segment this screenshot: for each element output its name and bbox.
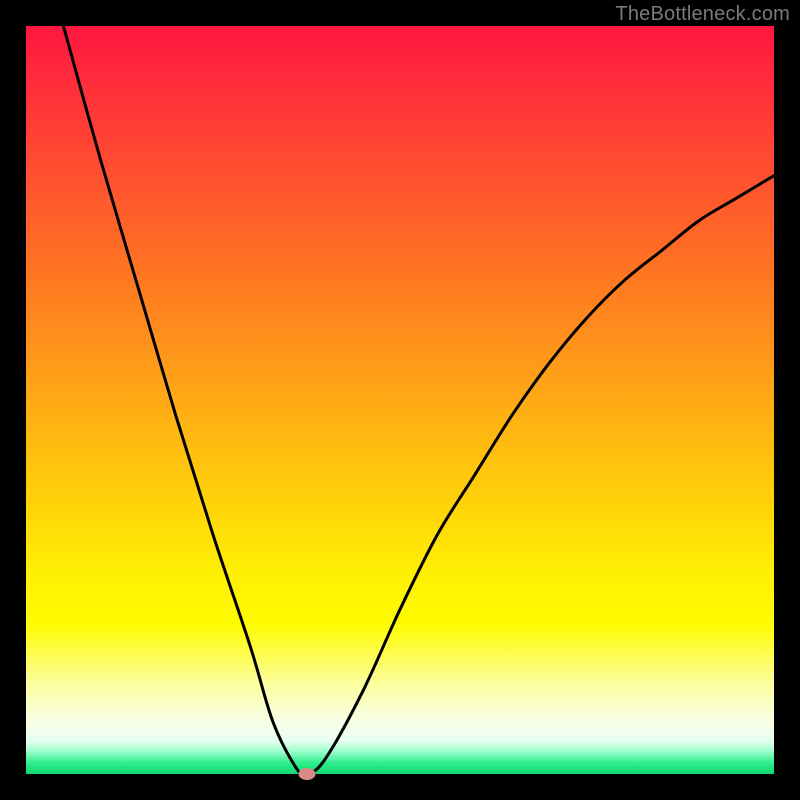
watermark: TheBottleneck.com: [615, 3, 790, 26]
bottleneck-curve: [26, 26, 774, 774]
optimal-point-marker: [298, 768, 315, 780]
chart-plot-area: [26, 26, 774, 774]
